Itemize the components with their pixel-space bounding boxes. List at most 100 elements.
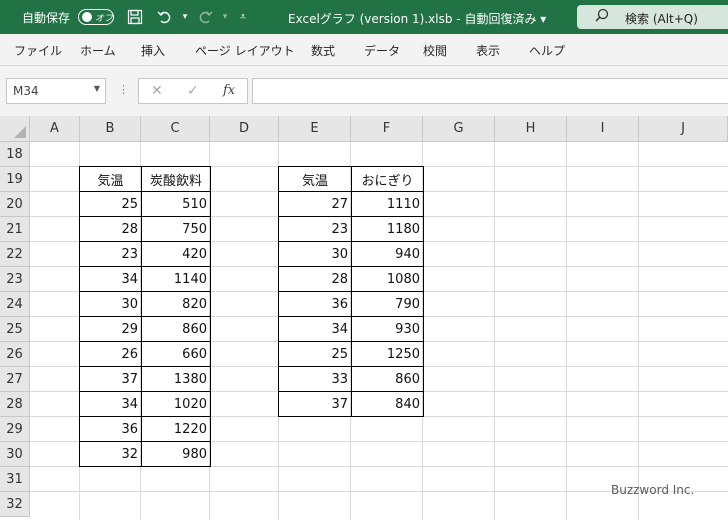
column-header-b[interactable]: B — [80, 116, 141, 142]
table-cell[interactable]: 28 — [278, 266, 352, 292]
table-cell[interactable]: 34 — [79, 391, 142, 417]
row-header[interactable]: 22 — [0, 242, 30, 267]
table-row: 37 840 — [278, 391, 424, 417]
row-header[interactable]: 32 — [0, 492, 30, 517]
table-cell[interactable]: 840 — [351, 391, 424, 417]
tab-home[interactable]: ホーム — [80, 42, 116, 59]
autosave-toggle[interactable]: オフ — [78, 9, 114, 25]
table-cell[interactable]: 750 — [141, 216, 211, 242]
column-header-d[interactable]: D — [210, 116, 279, 142]
column-header-c[interactable]: C — [141, 116, 210, 142]
table-row: 26 660 — [79, 341, 211, 367]
table-cell[interactable]: 36 — [278, 291, 352, 317]
table-cell[interactable]: 25 — [79, 191, 142, 217]
tab-formulas[interactable]: 数式 — [311, 42, 335, 59]
table-cell[interactable]: 510 — [141, 191, 211, 217]
tab-file[interactable]: ファイル — [14, 42, 62, 59]
table-cell[interactable]: 27 — [278, 191, 352, 217]
row-header[interactable]: 30 — [0, 442, 30, 467]
table-cell[interactable]: 34 — [278, 316, 352, 342]
table-cell[interactable]: 1180 — [351, 216, 424, 242]
header-cell[interactable]: おにぎり — [351, 166, 424, 192]
search-box[interactable]: 検索 (Alt+Q) — [577, 5, 728, 29]
table-cell[interactable]: 860 — [351, 366, 424, 392]
row-header[interactable]: 28 — [0, 392, 30, 417]
cancel-icon[interactable]: ✕ — [151, 83, 163, 99]
row-header[interactable]: 25 — [0, 317, 30, 342]
table-cell[interactable]: 820 — [141, 291, 211, 317]
table-cell[interactable]: 1220 — [141, 416, 211, 442]
undo-dropdown-icon[interactable]: ▾ — [176, 8, 194, 26]
gridline — [494, 142, 495, 520]
table-cell[interactable]: 37 — [278, 391, 352, 417]
table-cell[interactable]: 1110 — [351, 191, 424, 217]
table-cell[interactable]: 34 — [79, 266, 142, 292]
tab-page-layout[interactable]: ページ レイアウト — [195, 42, 295, 59]
table-row: 36 790 — [278, 291, 424, 317]
table-cell[interactable]: 1020 — [141, 391, 211, 417]
select-all-button[interactable] — [0, 116, 30, 142]
column-header-f[interactable]: F — [351, 116, 423, 142]
customize-icon[interactable]: ⩡ — [234, 8, 252, 26]
more-options-icon[interactable]: ⋮ — [118, 83, 129, 96]
table-cell[interactable]: 790 — [351, 291, 424, 317]
row-header[interactable]: 31 — [0, 467, 30, 492]
column-header-e[interactable]: E — [279, 116, 351, 142]
tab-insert[interactable]: 挿入 — [141, 42, 165, 59]
table-cell[interactable]: 37 — [79, 366, 142, 392]
table-cell[interactable]: 26 — [79, 341, 142, 367]
row-header[interactable]: 20 — [0, 192, 30, 217]
table-cell[interactable]: 32 — [79, 441, 142, 467]
document-title[interactable]: Excelグラフ (version 1).xlsb - 自動回復済み ▾ — [288, 10, 546, 27]
tab-review[interactable]: 校閲 — [423, 42, 447, 59]
header-cell[interactable]: 気温 — [278, 166, 352, 192]
formula-input[interactable] — [252, 78, 728, 104]
tab-data[interactable]: データ — [364, 42, 400, 59]
table-cell[interactable]: 1140 — [141, 266, 211, 292]
table-cell[interactable]: 930 — [351, 316, 424, 342]
table-cell[interactable]: 860 — [141, 316, 211, 342]
table-cell[interactable]: 1380 — [141, 366, 211, 392]
table-cell[interactable]: 33 — [278, 366, 352, 392]
table-cell[interactable]: 420 — [141, 241, 211, 267]
row-header[interactable]: 29 — [0, 417, 30, 442]
undo-icon[interactable] — [156, 8, 174, 26]
row-header[interactable]: 18 — [0, 142, 30, 167]
row-header[interactable]: 27 — [0, 367, 30, 392]
table-cell[interactable]: 29 — [79, 316, 142, 342]
tab-view[interactable]: 表示 — [476, 42, 500, 59]
column-header-j[interactable]: J — [639, 116, 728, 142]
table-cell[interactable]: 30 — [79, 291, 142, 317]
insert-function-icon[interactable]: fx — [223, 83, 235, 98]
header-cell[interactable]: 気温 — [79, 166, 142, 192]
column-header-a[interactable]: A — [30, 116, 80, 142]
tab-help[interactable]: ヘルプ — [529, 42, 565, 59]
redo-dropdown-icon[interactable]: ▾ — [216, 8, 234, 26]
save-icon[interactable] — [126, 8, 144, 26]
table-cell[interactable]: 940 — [351, 241, 424, 267]
table-cell[interactable]: 23 — [278, 216, 352, 242]
confirm-icon[interactable]: ✓ — [187, 83, 199, 99]
table-row: 36 1220 — [79, 416, 211, 442]
table-cell[interactable]: 30 — [278, 241, 352, 267]
table-cell[interactable]: 1080 — [351, 266, 424, 292]
row-header[interactable]: 19 — [0, 167, 30, 192]
row-header[interactable]: 21 — [0, 217, 30, 242]
table-cell[interactable]: 28 — [79, 216, 142, 242]
table-cell[interactable]: 980 — [141, 441, 211, 467]
table-cell[interactable]: 660 — [141, 341, 211, 367]
row-header[interactable]: 23 — [0, 267, 30, 292]
column-header-h[interactable]: H — [495, 116, 567, 142]
row-header[interactable]: 26 — [0, 342, 30, 367]
column-header-g[interactable]: G — [423, 116, 495, 142]
chevron-down-icon[interactable]: ▼ — [94, 84, 100, 93]
row-header[interactable]: 24 — [0, 292, 30, 317]
header-cell[interactable]: 炭酸飲料 — [141, 166, 211, 192]
table-cell[interactable]: 36 — [79, 416, 142, 442]
redo-icon[interactable] — [196, 8, 214, 26]
table-cell[interactable]: 25 — [278, 341, 352, 367]
name-box[interactable]: M34 ▼ — [6, 78, 106, 104]
table-cell[interactable]: 1250 — [351, 341, 424, 367]
column-header-i[interactable]: I — [567, 116, 639, 142]
table-cell[interactable]: 23 — [79, 241, 142, 267]
